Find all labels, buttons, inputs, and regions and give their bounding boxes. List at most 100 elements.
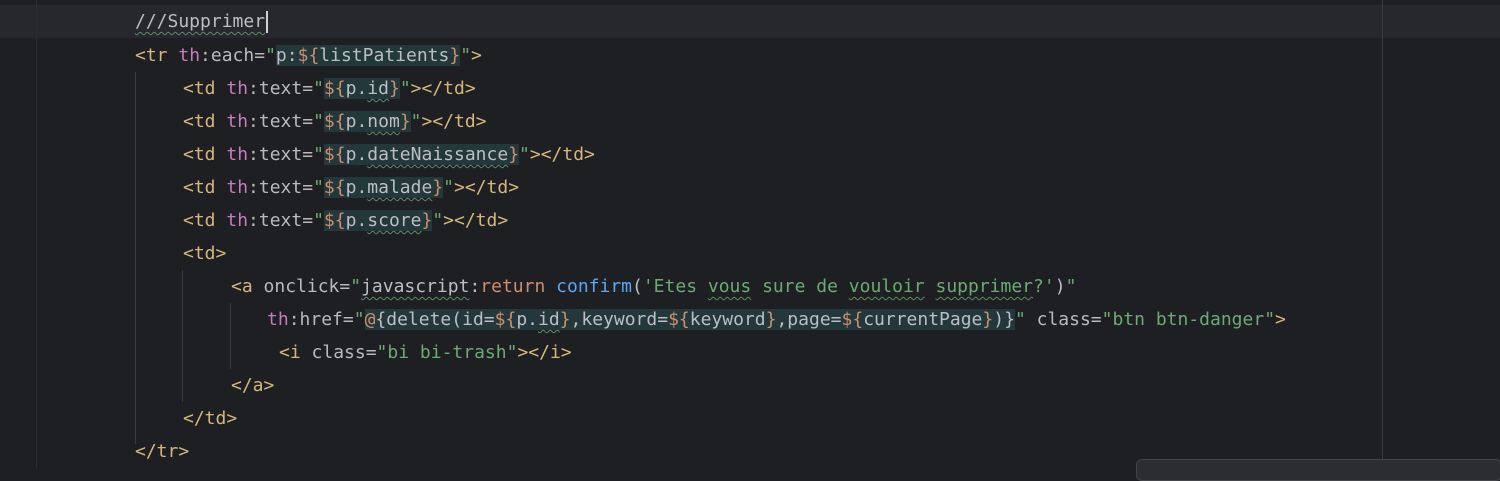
code-token: )}: [993, 309, 1015, 330]
code-token: ": [353, 309, 365, 330]
code-token: (: [632, 276, 643, 297]
code-token: th: [226, 210, 249, 231]
code-token: ,keyword=: [570, 309, 669, 330]
code-token: p.: [516, 309, 538, 330]
code-token: >: [471, 45, 482, 66]
code-token: ": [265, 45, 276, 66]
code-token: return: [480, 276, 557, 297]
code-token: ></td>: [529, 144, 595, 165]
code-token: ": [410, 111, 422, 132]
code-token: ></td>: [443, 210, 509, 231]
code-line[interactable]: <i class="bi bi-trash"></i>: [279, 336, 572, 369]
code-token: ): [1054, 276, 1066, 297]
code-token: "btn btn-danger": [1101, 309, 1276, 330]
code-token: th: [267, 309, 289, 330]
code-token: th: [226, 177, 249, 198]
code-token: id: [538, 309, 560, 330]
code-token: class=: [311, 342, 377, 363]
code-line[interactable]: <td th:text="${p.malade}"></td>: [183, 171, 519, 204]
code-token: ></td>: [421, 111, 487, 132]
code-token: :: [469, 276, 481, 297]
code-token: p:: [275, 45, 298, 66]
code-token: <a: [231, 276, 264, 297]
code-line[interactable]: <tr th:each="p:${listPatients}">: [135, 39, 482, 72]
code-token: malade: [367, 177, 433, 198]
code-token: }: [559, 309, 571, 330]
code-line[interactable]: th:href="@{delete(id=${p.id},keyword=${k…: [267, 303, 1286, 336]
code-token: {: [375, 309, 387, 330]
code-token: ${: [668, 309, 690, 330]
code-token: <tr: [135, 45, 179, 66]
code-token: ": [519, 144, 530, 165]
code-token: @: [364, 309, 376, 330]
code-token: th: [226, 78, 249, 99]
code-token: listPatients: [319, 45, 450, 66]
code-line[interactable]: </a>: [231, 369, 274, 402]
code-line[interactable]: ///Supprimer: [135, 5, 269, 38]
code-editor[interactable]: ///Supprimer <tr th:each="p:${listPatien…: [0, 0, 1500, 481]
code-token: ": [399, 78, 411, 99]
code-token: onclick=: [263, 276, 351, 297]
code-token: "bi bi-trash": [376, 342, 518, 363]
code-token: ${: [323, 144, 346, 165]
code-token: }: [388, 78, 400, 99]
code-token: ": [313, 210, 324, 231]
code-token: <td>: [183, 243, 227, 264]
code-token: :href=: [288, 309, 354, 330]
code-token: ></td>: [410, 78, 476, 99]
code-token: ": [313, 177, 324, 198]
code-line[interactable]: <td>: [183, 237, 226, 270]
code-token: p.: [345, 78, 368, 99]
code-token: </a>: [231, 375, 275, 396]
code-token: :text=: [248, 177, 314, 198]
code-token: ": [313, 78, 324, 99]
code-token: ?': [1033, 276, 1055, 297]
code-token: ": [350, 276, 362, 297]
code-token: ${: [323, 78, 346, 99]
code-token: ${: [841, 309, 864, 330]
code-token: th: [226, 111, 249, 132]
code-token: <td: [183, 111, 227, 132]
code-token: :each=: [200, 45, 266, 66]
code-line[interactable]: <td th:text="${p.score}"></td>: [183, 204, 508, 237]
indent-guide: [230, 303, 231, 369]
code-line[interactable]: <td th:text="${p.nom}"></td>: [183, 105, 487, 138]
code-token: <td: [183, 210, 227, 231]
code-token: p.: [345, 144, 368, 165]
code-token: ></i>: [517, 342, 572, 363]
indent-guide: [182, 270, 183, 402]
code-token: </td>: [183, 408, 238, 429]
code-token: }: [399, 111, 411, 132]
code-token: p.: [345, 177, 368, 198]
code-token: class=: [1025, 309, 1102, 330]
code-token: :text=: [248, 210, 314, 231]
text-caret: [266, 11, 269, 33]
code-token: javascript: [361, 276, 470, 297]
code-token: }: [432, 177, 444, 198]
code-token: <td: [183, 78, 227, 99]
code-token: ,page=: [776, 309, 842, 330]
code-token: confirm: [556, 276, 632, 297]
code-token: vouloir: [848, 276, 925, 297]
code-token: }: [449, 45, 461, 66]
code-token: ></td>: [454, 177, 520, 198]
code-token: ${: [323, 177, 346, 198]
code-token: score: [367, 210, 422, 231]
code-line[interactable]: <td th:text="${p.dateNaissance}"></td>: [183, 138, 595, 171]
code-token: </tr>: [135, 441, 190, 462]
code-line[interactable]: </tr>: [135, 435, 189, 468]
editor-popup[interactable]: [1136, 459, 1500, 481]
code-token: }: [982, 309, 994, 330]
code-line[interactable]: <a onclick="javascript:return confirm('E…: [231, 270, 1076, 303]
code-line[interactable]: </td>: [183, 402, 237, 435]
code-token: nom: [367, 111, 400, 132]
code-token: :text=: [248, 111, 314, 132]
code-token: :text=: [248, 78, 314, 99]
code-token: }: [765, 309, 777, 330]
code-line[interactable]: <td th:text="${p.id}"></td>: [183, 72, 476, 105]
code-token: }: [508, 144, 520, 165]
code-token: ": [432, 210, 444, 231]
code-token: dateNaissance: [367, 144, 509, 165]
code-token: ${: [323, 210, 346, 231]
